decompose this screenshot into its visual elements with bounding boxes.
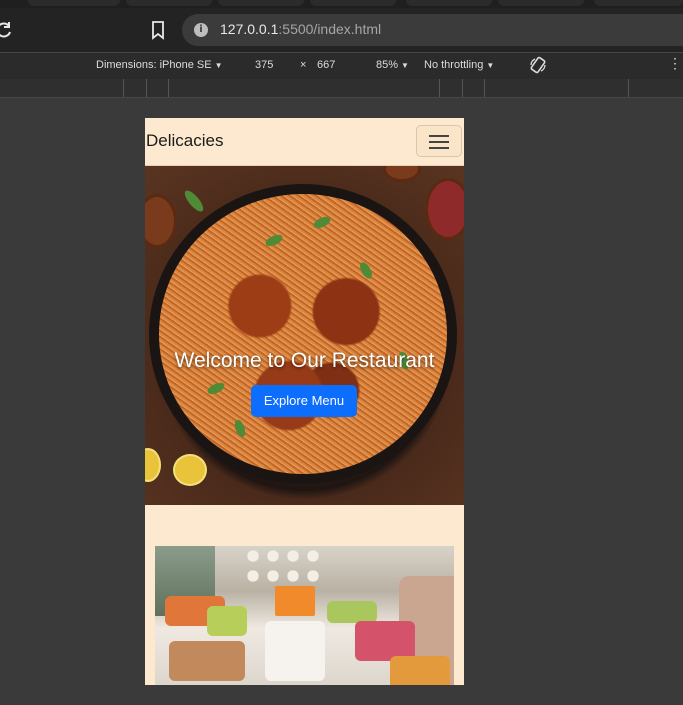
dimensions-separator: × [300,59,307,71]
food-tray [390,656,450,685]
browser-tab[interactable] [594,0,683,6]
chevron-down-icon: ▼ [486,61,495,70]
small-bowl [383,166,421,182]
browser-tab[interactable] [498,0,584,6]
food-tray [207,606,247,636]
site-brand[interactable]: Delicacies [146,131,223,151]
throttling-value: No throttling [424,59,484,71]
center-stand [265,621,325,681]
browser-tab[interactable] [28,0,120,6]
browser-tab[interactable] [126,0,212,6]
address-bar-row: i 127.0.0.1:5500/index.html [0,8,683,52]
device-toolbar: Dimensions: iPhone SE ▼ 375 × 667 85% ▼ No… [0,52,683,80]
food-tray [327,601,377,623]
food-tray [169,641,245,681]
leaf [181,187,207,215]
zoom-value: 85% [376,59,399,71]
url-path: :5500/index.html [278,21,382,37]
device-dimensions-select[interactable]: Dimensions: iPhone SE ▼ [96,59,222,71]
device-width-input[interactable]: 375 [255,59,273,71]
spice-bowl [145,194,177,248]
lemon [145,448,161,482]
food-tray [355,621,415,661]
url-text: 127.0.0.1:5500/index.html [220,21,381,37]
more-icon[interactable]: ⋮ [668,56,682,70]
hero-image: Welcome to Our Restaurant Explore Menu [145,166,464,505]
catering-image [155,546,454,685]
site-navbar: Delicacies [145,118,464,166]
berry-bowl [425,178,464,240]
url-field[interactable]: i 127.0.0.1:5500/index.html [182,14,683,46]
emulated-viewport: Delicacies Welcome to Our Restaurant Exp… [145,118,464,685]
media-query-ruler [0,79,683,98]
browser-tab[interactable] [406,0,492,6]
dimensions-label: Dimensions: iPhone SE [96,59,212,71]
chevron-down-icon: ▼ [214,61,223,70]
explore-menu-button[interactable]: Explore Menu [251,385,357,417]
rotate-icon[interactable] [529,56,547,74]
device-height-input[interactable]: 667 [317,59,335,71]
lemon [173,454,207,486]
bookmark-icon[interactable] [148,20,168,40]
biryani-plate [149,184,457,484]
flowers [243,546,323,586]
browser-tab-strip [0,0,683,8]
drink-glasses [275,586,315,616]
chevron-down-icon: ▼ [401,61,409,70]
info-icon[interactable]: i [194,23,208,37]
zoom-select[interactable]: 85% ▼ [376,59,409,71]
throttling-select[interactable]: No throttling ▼ [424,59,494,71]
hamburger-menu-icon[interactable] [416,125,462,157]
browser-tab[interactable] [218,0,304,6]
reload-icon[interactable] [0,20,14,40]
browser-tab[interactable] [310,0,396,6]
url-host: 127.0.0.1 [220,21,279,37]
hero-title: Welcome to Our Restaurant [174,349,435,372]
